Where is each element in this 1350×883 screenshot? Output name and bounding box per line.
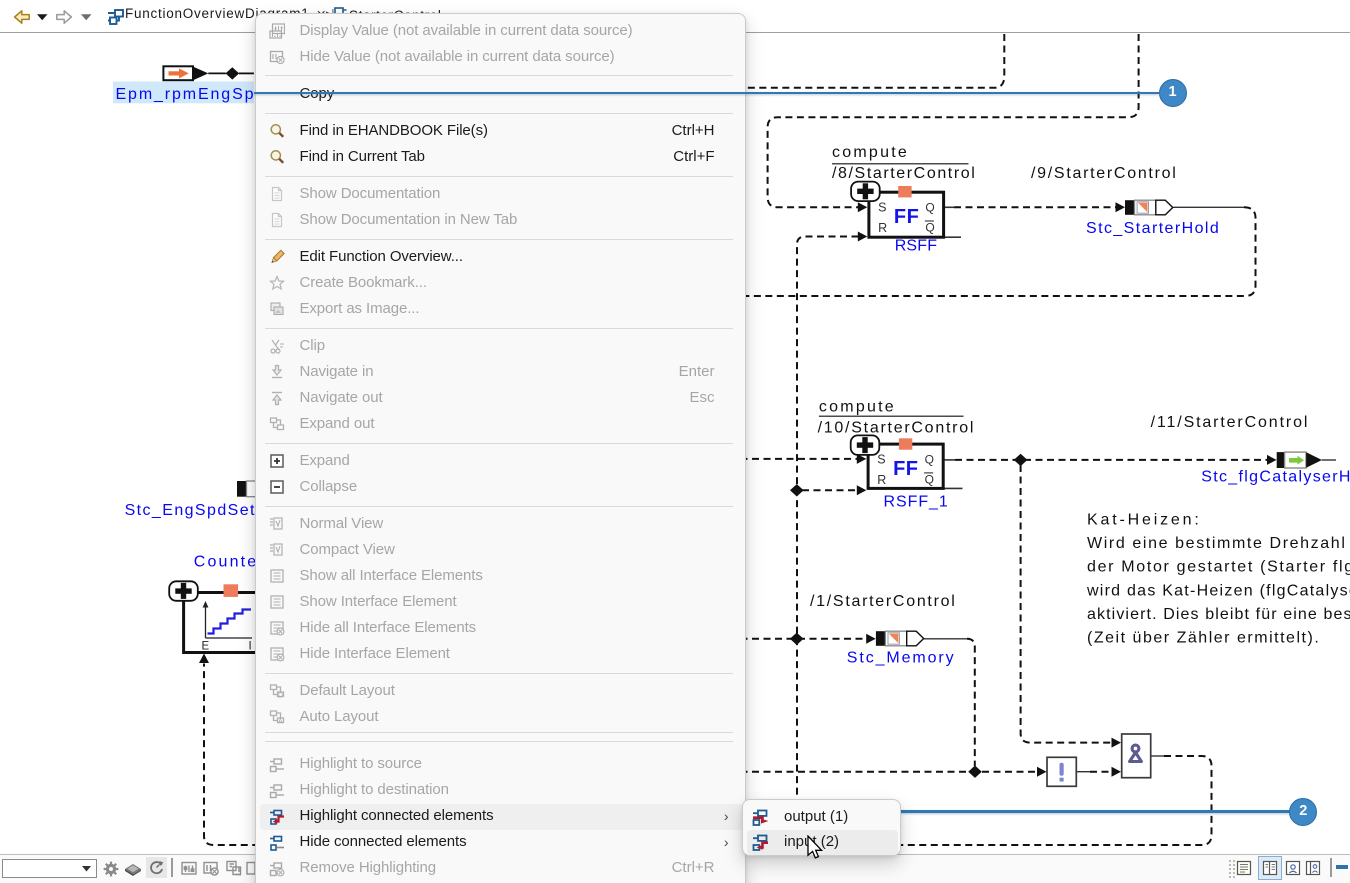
svg-text:RSFF: RSFF <box>895 238 938 255</box>
svg-text:compute: compute <box>832 144 907 161</box>
svg-text:FF: FF <box>893 458 918 480</box>
svg-text:/11/StarterControl: /11/StarterControl <box>1151 414 1308 431</box>
svg-text:Stc_StarterHold: Stc_StarterHold <box>1086 220 1219 237</box>
svg-text:/1/StarterControl: /1/StarterControl <box>810 593 955 610</box>
svg-text:Q: Q <box>925 473 934 487</box>
svg-text:Stc_Memory: Stc_Memory <box>847 650 954 667</box>
svg-text:/9/StarterControl: /9/StarterControl <box>1031 165 1176 182</box>
svg-text:wird das Kat-Heizen (flgCataly: wird das Kat-Heizen (flgCatalyserHeating… <box>1086 582 1350 599</box>
svg-text:D: D <box>278 693 283 700</box>
svg-text:aktiviert. Dies bleibt für ein: aktiviert. Dies bleibt für eine bestimmt… <box>1087 606 1350 623</box>
svg-text:der Motor gestartet (Starter f: der Motor gestartet (Starter flg = true)… <box>1087 559 1350 576</box>
svg-text:Q: Q <box>925 453 934 467</box>
svg-text:S: S <box>877 453 885 467</box>
svg-text:compute: compute <box>819 399 894 416</box>
svg-text:Epm_rpmEngSpd: Epm_rpmEngSpd <box>116 86 265 103</box>
svg-text:Counter: Counter <box>194 554 264 571</box>
svg-text:R: R <box>877 473 886 487</box>
svg-text:Kat-Heizen:: Kat-Heizen: <box>1087 512 1199 529</box>
svg-text:E: E <box>202 641 210 653</box>
svg-text:Q: Q <box>925 221 934 235</box>
svg-text:Stc_flgCatalyserHeating: Stc_flgCatalyserHeating <box>1201 469 1350 486</box>
svg-text:S: S <box>878 201 886 215</box>
svg-text:RSFF_1: RSFF_1 <box>884 494 949 511</box>
svg-text:Q: Q <box>925 201 934 215</box>
svg-text:FF: FF <box>894 206 919 228</box>
svg-text:A: A <box>278 719 283 726</box>
svg-text:Wird eine bestimmte Drehzahl e: Wird eine bestimmte Drehzahl erreicht un… <box>1087 535 1350 552</box>
svg-text:(Zeit über Zähler ermittelt).: (Zeit über Zähler ermittelt). <box>1087 630 1319 647</box>
svg-text:Stc_EngSpdSetPt: Stc_EngSpdSetPt <box>125 502 273 519</box>
svg-text:R: R <box>878 221 887 235</box>
svg-text:/8/StarterControl: /8/StarterControl <box>832 165 975 182</box>
svg-text:I: I <box>249 641 252 653</box>
svg-text:/10/StarterControl: /10/StarterControl <box>818 420 974 437</box>
